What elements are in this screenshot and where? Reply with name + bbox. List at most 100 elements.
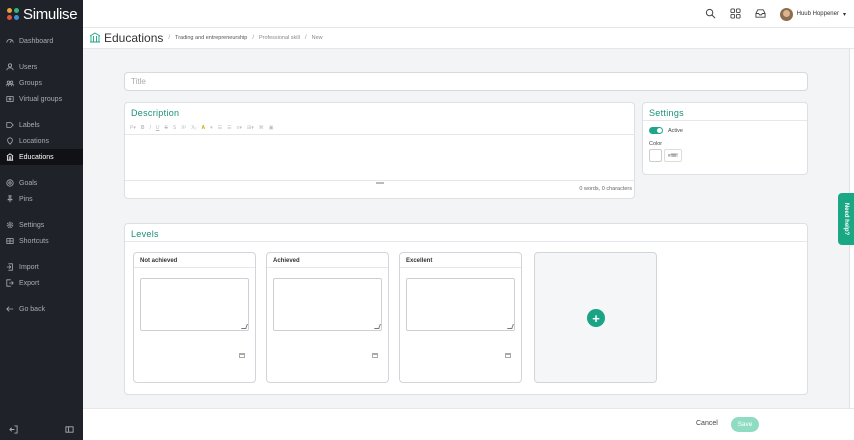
- active-toggle[interactable]: [649, 127, 663, 134]
- editor-toolbar: P▾ B I U S S X² X₂ A ▾ ☰ ☰ ≡▾ ⊞▾ ⌘ ▣: [125, 121, 634, 135]
- calendar-icon[interactable]: [505, 353, 511, 358]
- settings-card: Settings Active Color #ffffff: [642, 102, 808, 175]
- superscript-icon[interactable]: X²: [181, 125, 186, 131]
- sidebar-item-dashboard[interactable]: Dashboard: [0, 33, 83, 49]
- italic-icon[interactable]: I: [149, 125, 150, 131]
- color-hex-input[interactable]: #ffffff: [664, 149, 682, 162]
- sidebar-item-export[interactable]: Export: [0, 275, 83, 291]
- link-icon[interactable]: ⌘: [259, 125, 264, 131]
- sidebar-item-label: Shortcuts: [19, 237, 49, 245]
- sidebar-item-groups[interactable]: Groups: [0, 75, 83, 91]
- inbox-icon[interactable]: [755, 8, 766, 21]
- level-title: Excellent: [400, 253, 521, 268]
- level-description-textarea[interactable]: [273, 278, 382, 331]
- color-swatch[interactable]: [649, 149, 662, 162]
- topbar-actions: Huub Hoppener ▾: [705, 0, 846, 28]
- sidebar-item-label: Goals: [19, 179, 38, 187]
- level-card: Not achieved: [133, 252, 256, 383]
- breadcrumb-item[interactable]: Trading and entrepreneurship: [175, 35, 247, 41]
- pin-icon: [6, 195, 14, 203]
- sidebar-item-import[interactable]: Import: [0, 259, 83, 275]
- sidebar-item-settings[interactable]: Settings: [0, 217, 83, 233]
- sidebar-item-users[interactable]: Users: [0, 59, 83, 75]
- add-level-card[interactable]: +: [534, 252, 657, 383]
- level-title: Not achieved: [134, 253, 255, 268]
- align-icon[interactable]: ≡▾: [237, 125, 242, 131]
- table-icon[interactable]: ⊞▾: [247, 125, 254, 131]
- word-count: 0 words, 0 characters: [579, 186, 632, 192]
- sidebar-item-label: Dashboard: [19, 37, 54, 45]
- logo-mark-icon: [7, 7, 20, 21]
- subscript-icon[interactable]: S: [173, 125, 176, 131]
- bold-icon[interactable]: B: [141, 125, 145, 131]
- sidebar-item-labels[interactable]: Labels: [0, 117, 83, 133]
- sidebar-item-locations[interactable]: Locations: [0, 133, 83, 149]
- sidebar-item-label: Labels: [19, 121, 40, 129]
- description-heading: Description: [131, 108, 180, 118]
- color-label: Color: [649, 141, 663, 147]
- levels-card: Levels Not achieved Achieved Excellent +: [124, 223, 808, 395]
- label-icon: [6, 121, 14, 129]
- text-color-icon[interactable]: A: [201, 125, 205, 131]
- sidebar-item-go-back[interactable]: Go back: [0, 301, 83, 317]
- unordered-list-icon[interactable]: ☰: [227, 125, 231, 131]
- need-help-label: Need help?: [843, 202, 849, 236]
- breadcrumb-item-current: New: [311, 35, 323, 41]
- level-description-textarea[interactable]: [140, 278, 249, 331]
- image-icon[interactable]: ▣: [269, 125, 274, 131]
- description-card: Description P▾ B I U S S X² X₂ A ▾ ☰ ☰ ≡…: [124, 102, 635, 199]
- paragraph-format-icon[interactable]: P▾: [130, 125, 136, 131]
- clear-format-icon[interactable]: X₂: [191, 125, 196, 131]
- sidebar: Simulise Dashboard Users Groups Virtual …: [0, 0, 83, 440]
- import-icon: [6, 263, 14, 271]
- sidebar-item-shortcuts[interactable]: Shortcuts: [0, 233, 83, 249]
- calendar-icon[interactable]: [239, 353, 245, 358]
- plus-icon: +: [592, 310, 600, 326]
- level-card: Excellent: [399, 252, 522, 383]
- sidebar-nav: Dashboard Users Groups Virtual groups La…: [0, 33, 83, 317]
- editor-resize-handle[interactable]: [125, 181, 634, 185]
- page-title[interactable]: Educations: [104, 31, 163, 45]
- user-menu[interactable]: Huub Hoppener ▾: [779, 7, 846, 21]
- sidebar-item-pins[interactable]: Pins: [0, 191, 83, 207]
- need-help-tab[interactable]: Need help?: [838, 193, 854, 245]
- education-icon: [89, 31, 101, 45]
- goal-icon: [6, 179, 14, 187]
- groups-icon: [6, 79, 14, 87]
- sidebar-item-label: Virtual groups: [19, 95, 63, 103]
- chevron-down-icon[interactable]: ▾: [210, 125, 213, 131]
- gear-icon: [6, 221, 14, 229]
- sidebar-item-educations[interactable]: Educations: [0, 149, 83, 165]
- breadcrumb: Educations / Trading and entrepreneurshi…: [83, 28, 854, 49]
- sidebar-item-virtual-groups[interactable]: Virtual groups: [0, 91, 83, 107]
- breadcrumb-item[interactable]: Professional skill: [259, 35, 300, 41]
- ordered-list-icon[interactable]: ☰: [218, 125, 222, 131]
- title-input[interactable]: Title: [124, 72, 808, 91]
- calendar-icon[interactable]: [372, 353, 378, 358]
- level-description-textarea[interactable]: [406, 278, 515, 331]
- main-content: Title Description P▾ B I U S S X² X₂ A ▾…: [83, 49, 849, 408]
- sidebar-item-label: Locations: [19, 137, 49, 145]
- color-picker: #ffffff: [643, 149, 807, 162]
- logout-icon[interactable]: [9, 424, 18, 436]
- add-level-button[interactable]: +: [587, 309, 605, 327]
- save-button[interactable]: Save: [731, 417, 759, 432]
- sidebar-item-goals[interactable]: Goals: [0, 175, 83, 191]
- search-icon[interactable]: [705, 8, 716, 21]
- user-icon: [6, 63, 14, 71]
- level-card: Achieved: [266, 252, 389, 383]
- shortcut-icon: [6, 237, 14, 245]
- underline-icon[interactable]: U: [156, 125, 160, 131]
- strikethrough-icon[interactable]: S: [165, 125, 168, 131]
- app-logo[interactable]: Simulise: [0, 0, 83, 28]
- topbar: Huub Hoppener ▾: [83, 0, 854, 28]
- settings-heading: Settings: [643, 103, 807, 121]
- sidebar-item-label: Go back: [19, 305, 46, 313]
- cancel-button[interactable]: Cancel: [696, 420, 718, 427]
- virtual-groups-icon: [6, 95, 14, 103]
- description-editor[interactable]: [125, 135, 634, 181]
- export-icon: [6, 279, 14, 287]
- avatar: [779, 7, 793, 21]
- collapse-sidebar-icon[interactable]: [65, 425, 74, 436]
- apps-grid-icon[interactable]: [730, 7, 741, 21]
